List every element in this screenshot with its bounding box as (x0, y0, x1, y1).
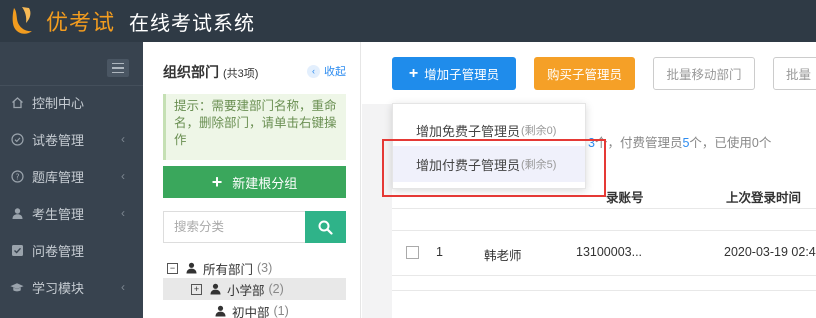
batch-action-button[interactable]: 批量 (773, 57, 816, 90)
menu-item-add-paid-admin[interactable]: 增加付费子管理员 (剩余5) (393, 146, 585, 182)
system-title: 在线考试系统 (129, 12, 256, 35)
tree-node-label: 所有部门 (203, 262, 254, 277)
column-header-account: 录账号 (606, 190, 644, 205)
nav-item-question-bank[interactable]: ? 题库管理 ‹ (0, 158, 143, 194)
toolbar: + 增加子管理员 购买子管理员 批量移动部门 批量 (362, 42, 816, 104)
expand-toggle-icon[interactable]: + (191, 283, 202, 295)
row-checkbox[interactable] (406, 246, 419, 259)
summary-middle: 个，付费管理员 (594, 136, 683, 150)
column-header-last-login: 上次登录时间 (726, 190, 802, 205)
button-label: 新建根分组 (232, 175, 298, 191)
top-bar: 优考试 在线考试系统 (0, 0, 816, 42)
remaining-count: (剩余5) (521, 159, 557, 171)
category-search (163, 211, 346, 243)
summary-count-free: 3 (588, 136, 595, 150)
header-divider (392, 208, 816, 209)
search-icon (318, 220, 333, 235)
tree-node-label: 小学部 (227, 283, 265, 298)
chevron-left-icon: ‹ (121, 169, 125, 183)
chevron-left-icon: ‹ (121, 280, 125, 294)
menu-item-add-free-admin[interactable]: 增加免费子管理员 (剩余0) (393, 112, 585, 148)
search-button[interactable] (305, 211, 346, 243)
table-row (392, 290, 816, 318)
button-label: 增加子管理员 (424, 68, 500, 82)
nav-item-control-center[interactable]: 控制中心 (0, 84, 143, 120)
remaining-count: (剩余0) (521, 125, 557, 137)
row-index: 1 (436, 245, 443, 259)
check-circle-icon (10, 132, 24, 146)
row-last-login: 2020-03-19 02:4 (724, 245, 816, 259)
chevron-left-icon: ‹ (121, 206, 125, 220)
user-icon (215, 305, 226, 317)
nav-item-candidates[interactable]: 考生管理 ‹ (0, 195, 143, 231)
row-name: 韩老师 (484, 249, 522, 263)
menu-item-label: 增加免费子管理员 (416, 123, 521, 139)
item-count: (共3项) (223, 68, 259, 80)
tree-node-primary[interactable]: + 小学部 (2) (163, 278, 346, 300)
left-navigation: 控制中心 试卷管理 ‹ ? 题库管理 ‹ 考生管理 ‹ 问卷管理 学习模块 ‹ (0, 42, 143, 318)
row-account: 13100003... (576, 245, 643, 259)
brand-name: 优考试 (46, 10, 116, 35)
new-root-group-button[interactable]: + 新建根分组 (163, 166, 346, 198)
tree-node-middle[interactable]: 初中部 (1) (215, 300, 345, 318)
table-row: 1 韩老师 13100003... 2020-03-19 02:4 (392, 230, 816, 276)
collapse-toggle-icon[interactable]: − (167, 262, 178, 274)
nav-item-label: 考生管理 (32, 206, 85, 222)
graduation-cap-icon (10, 280, 24, 294)
user-icon (210, 283, 221, 295)
nav-item-learning[interactable]: 学习模块 ‹ (0, 269, 143, 305)
summary-suffix: 个，已使用0个 (689, 136, 772, 150)
nav-item-label: 控制中心 (32, 95, 85, 111)
chevron-left-icon: ‹ (307, 64, 320, 78)
svg-text:?: ? (15, 172, 19, 181)
admin-summary: 3个，付费管理员5个，已使用0个 (588, 132, 771, 151)
user-icon (10, 206, 24, 220)
tree-node-all[interactable]: − 所有部门 (3) (167, 257, 357, 279)
nav-item-label: 试卷管理 (32, 132, 85, 148)
nav-item-label: 学习模块 (32, 280, 85, 296)
tree-node-count: (2) (268, 282, 284, 296)
nav-item-exam-papers[interactable]: 试卷管理 ‹ (0, 121, 143, 157)
nav-item-label: 问卷管理 (32, 243, 85, 259)
nav-item-label: 题库管理 (32, 169, 85, 185)
tree-node-count: (3) (257, 261, 273, 275)
buy-sub-admin-button[interactable]: 购买子管理员 (534, 57, 635, 90)
search-input[interactable] (163, 211, 305, 243)
org-panel-header: 组织部门 (共3项) (163, 62, 258, 82)
nav-item-surveys[interactable]: 问卷管理 (0, 232, 143, 268)
add-admin-dropdown-menu: 增加免费子管理员 (剩余0) 增加付费子管理员 (剩余5) (392, 103, 586, 189)
plus-icon: + (408, 64, 419, 82)
panel-title: 组织部门 (163, 64, 219, 80)
user-icon (186, 262, 197, 274)
home-icon (10, 95, 24, 109)
menu-item-label: 增加付费子管理员 (416, 157, 521, 173)
plus-icon: + (211, 172, 223, 192)
tree-node-count: (1) (273, 304, 289, 318)
tree-node-label: 初中部 (232, 305, 270, 318)
logo-icon (0, 0, 42, 42)
tip-message: 提示：需要建部门名称，重命名，删除部门，请单击右键操作 (163, 94, 346, 160)
question-circle-icon: ? (10, 169, 24, 183)
menu-toggle-icon[interactable] (107, 59, 129, 77)
add-sub-admin-button[interactable]: + 增加子管理员 (392, 57, 516, 90)
batch-move-department-button[interactable]: 批量移动部门 (653, 57, 755, 90)
collapse-button[interactable]: ‹ 收起 (307, 63, 346, 79)
chevron-left-icon: ‹ (121, 132, 125, 146)
checkbox-icon (10, 243, 24, 257)
org-department-panel: 组织部门 (共3项) ‹ 收起 提示：需要建部门名称，重命名，删除部门，请单击右键… (143, 42, 361, 318)
collapse-label: 收起 (324, 66, 346, 78)
